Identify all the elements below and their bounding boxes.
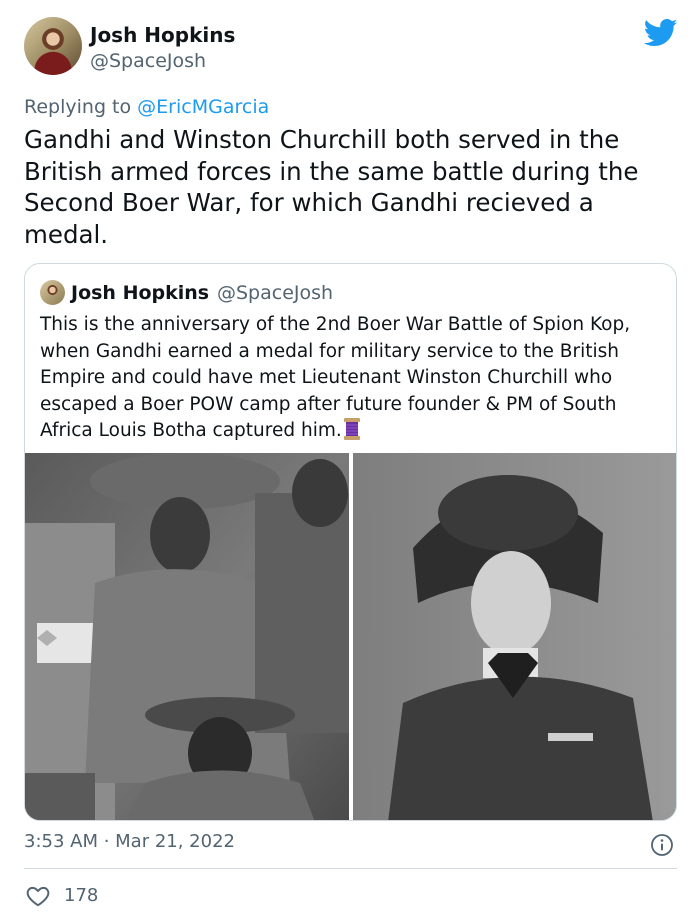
replying-label: Replying to xyxy=(24,96,132,118)
replying-to: Replying to @EricMGarcia xyxy=(24,94,269,120)
tweet-text: Gandhi and Winston Churchill both served… xyxy=(24,125,639,249)
divider xyxy=(24,868,677,869)
quoted-text-block: This is the anniversary of the 2nd Boer … xyxy=(40,312,665,445)
quoted-author-handle: @SpaceJosh xyxy=(217,282,334,304)
author-handle[interactable]: @SpaceJosh xyxy=(90,49,206,73)
tweet-timestamp[interactable]: 3:53 AM · Mar 21, 2022 xyxy=(24,830,235,854)
tweet-card: Josh Hopkins @SpaceJosh Replying to @Eri… xyxy=(0,0,700,922)
spool-of-thread-icon xyxy=(343,418,360,440)
quoted-author-name: Josh Hopkins xyxy=(71,282,210,304)
quoted-tweet[interactable]: Josh Hopkins @SpaceJosh This is the anni… xyxy=(24,263,677,821)
twitter-bird-icon[interactable] xyxy=(644,18,678,48)
replying-mention-link[interactable]: @EricMGarcia xyxy=(137,96,269,118)
info-icon[interactable] xyxy=(650,833,674,857)
quoted-author-avatar xyxy=(40,280,65,305)
heart-icon[interactable] xyxy=(25,883,51,909)
gandhi-group-photo[interactable] xyxy=(25,453,349,820)
like-count: 178 xyxy=(64,885,99,906)
churchill-portrait-photo[interactable] xyxy=(353,453,676,820)
author-avatar[interactable] xyxy=(24,17,82,75)
quoted-text: This is the anniversary of the 2nd Boer … xyxy=(40,314,631,441)
author-name[interactable]: Josh Hopkins xyxy=(90,22,235,48)
